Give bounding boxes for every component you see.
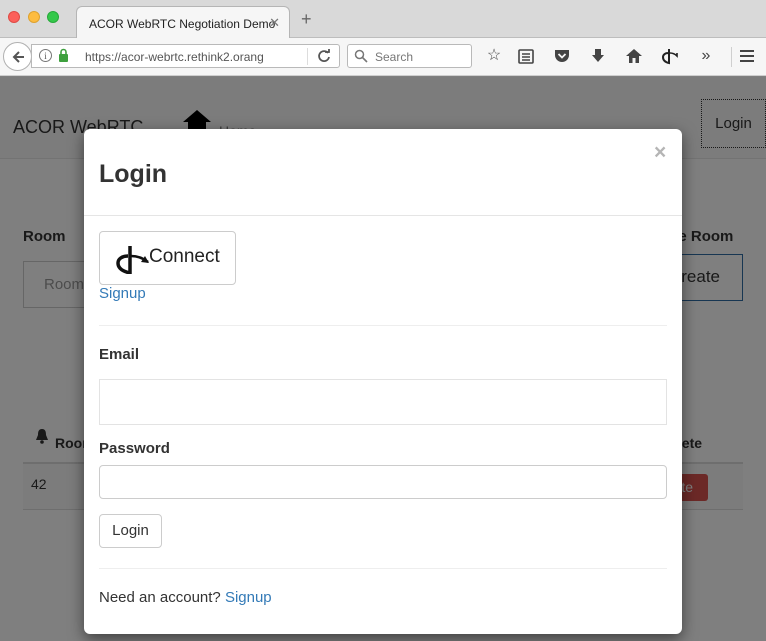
footer-signup-link[interactable]: Signup — [225, 589, 272, 606]
toolbar-separator — [731, 47, 732, 67]
section-divider — [99, 325, 667, 326]
signup-link[interactable]: Signup — [99, 285, 146, 302]
download-icon[interactable] — [589, 47, 607, 65]
modal-footer: Need an account? Signup — [99, 589, 272, 606]
overflow-chevron-icon[interactable]: » — [697, 47, 715, 65]
back-button[interactable] — [3, 42, 32, 71]
window-zoom-button[interactable] — [47, 11, 59, 23]
password-label: Password — [99, 440, 170, 457]
search-placeholder[interactable]: Search — [375, 50, 413, 64]
reload-icon[interactable] — [316, 48, 332, 64]
login-modal: Login × Connect Signup Email Password Lo… — [84, 129, 682, 634]
browser-tab[interactable]: ACOR WebRTC Negotiation Demo ✕ — [76, 6, 290, 39]
browser-toolbar: i https://acor-webrtc.rethink2.orang Sea… — [0, 38, 766, 76]
new-tab-button[interactable]: + — [301, 10, 312, 28]
openid-connect-button[interactable]: Connect — [99, 231, 236, 285]
window-close-button[interactable] — [8, 11, 20, 23]
window-minimize-button[interactable] — [28, 11, 40, 23]
home-icon[interactable] — [625, 47, 643, 65]
pocket-icon[interactable] — [553, 47, 571, 65]
url-text[interactable]: https://acor-webrtc.rethink2.orang — [85, 50, 311, 64]
url-separator — [307, 48, 308, 65]
connect-label: Connect — [149, 246, 220, 267]
menu-icon[interactable] — [738, 47, 756, 65]
url-bar[interactable]: i https://acor-webrtc.rethink2.orang — [31, 44, 340, 68]
back-icon — [12, 51, 24, 63]
reading-list-icon[interactable] — [517, 47, 535, 65]
password-field[interactable] — [99, 465, 667, 499]
browser-titlebar: ACOR WebRTC Negotiation Demo ✕ + — [0, 0, 766, 39]
email-field[interactable] — [99, 379, 667, 425]
login-button[interactable]: Login — [99, 514, 162, 548]
search-bar[interactable]: Search — [347, 44, 472, 68]
info-icon[interactable]: i — [39, 49, 52, 62]
footer-divider — [99, 568, 667, 569]
email-label: Email — [99, 346, 140, 363]
openid-icon[interactable] — [661, 47, 679, 65]
lock-icon[interactable] — [56, 48, 71, 63]
tab-title: ACOR WebRTC Negotiation Demo — [89, 17, 276, 31]
modal-title: Login — [99, 160, 168, 188]
modal-header-divider — [84, 215, 682, 216]
openid-logo-icon — [116, 246, 149, 274]
tab-close-icon[interactable]: ✕ — [269, 15, 280, 31]
footer-prompt: Need an account? — [99, 589, 221, 606]
search-icon — [354, 49, 368, 63]
bookmark-star-icon[interactable]: ☆ — [485, 47, 503, 65]
modal-close-icon[interactable]: × — [654, 141, 666, 165]
